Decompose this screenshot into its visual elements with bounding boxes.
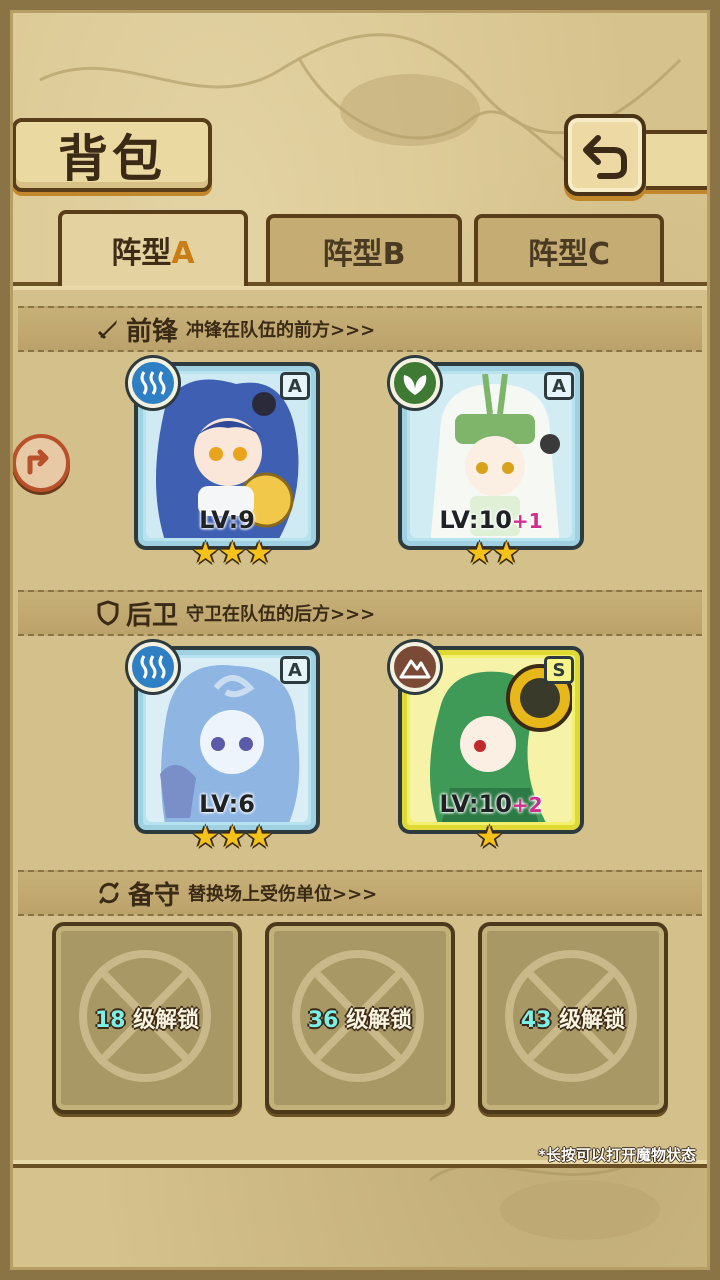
tab-formation-a[interactable]: 阵型A [58, 210, 248, 286]
section-subtitle-front: 冲锋在队伍的前方>>> [186, 320, 376, 341]
section-title-reserve: 备守 [128, 880, 181, 911]
monster-level: LV:10+2 [439, 790, 543, 818]
tab-formation-c[interactable]: 阵型C [474, 214, 664, 284]
tab-a-label: 阵型 [111, 236, 172, 271]
section-subtitle-back: 守卫在队伍的后方>>> [186, 604, 376, 625]
star-rating: ★ [476, 820, 503, 855]
water-icon [128, 642, 178, 692]
tab-b-letter: B [382, 237, 406, 272]
back-button[interactable] [564, 114, 646, 196]
tab-a-letter: A [171, 236, 195, 271]
hint-text: *长按可以打开魔物状态 [538, 1146, 696, 1164]
rank-badge: A [544, 372, 574, 400]
unlock-label: 43 级解锁 [520, 1008, 626, 1033]
title-plate: 背包 [12, 118, 212, 192]
mountain-icon [390, 642, 440, 692]
rank-badge: A [280, 656, 310, 684]
star-rating: ★★ [466, 536, 520, 571]
rank-badge: S [544, 656, 574, 684]
side-toggle-button[interactable] [12, 434, 70, 492]
section-header-reserve: 备守 替换场上受伤单位>>> [18, 870, 702, 916]
tab-c-label: 阵型 [527, 237, 588, 272]
leaf-icon [390, 358, 440, 408]
star-rating: ★★★ [192, 536, 273, 571]
page-title: 背包 [58, 129, 166, 188]
locked-slot-2[interactable]: 36 级解锁 [265, 922, 455, 1114]
tab-b-label: 阵型 [322, 237, 383, 272]
monster-level: LV:6 [199, 790, 255, 818]
tab-formation-b[interactable]: 阵型B [266, 214, 462, 284]
monster-level: LV:10+1 [439, 506, 543, 534]
section-header-front: 前锋 冲锋在队伍的前方>>> [18, 306, 702, 352]
sword-icon [96, 317, 120, 341]
star-rating: ★★★ [192, 820, 273, 855]
unlock-label: 18 级解锁 [94, 1008, 200, 1033]
section-subtitle-reserve: 替换场上受伤单位>>> [188, 884, 378, 905]
rank-badge: A [280, 372, 310, 400]
arrow-icon [27, 449, 49, 475]
section-title-back: 后卫 [126, 600, 179, 631]
locked-slot-1[interactable]: 18 级解锁 [52, 922, 242, 1114]
unlock-label: 36 级解锁 [307, 1008, 413, 1033]
tab-c-letter: C [587, 237, 611, 272]
swap-icon [96, 880, 122, 906]
monster-level: LV:9 [199, 506, 255, 534]
water-icon [128, 358, 178, 408]
section-title-front: 前锋 [126, 316, 179, 347]
locked-slot-3[interactable]: 43 级解锁 [478, 922, 668, 1114]
shield-icon [96, 600, 120, 626]
back-arrow-icon [583, 135, 627, 179]
section-header-back: 后卫 守卫在队伍的后方>>> [18, 590, 702, 636]
